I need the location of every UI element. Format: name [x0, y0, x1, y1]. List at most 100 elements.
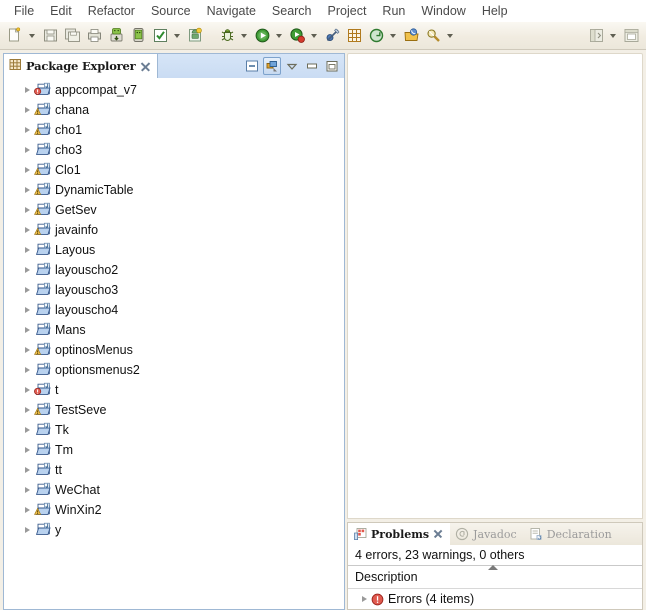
- tab-problems[interactable]: Problems: [348, 523, 451, 545]
- tree-item-label: WinXin2: [55, 503, 102, 517]
- new-java-class-dropdown-arrow-icon[interactable]: [387, 26, 398, 46]
- tree-item-project[interactable]: Clo1: [4, 160, 344, 180]
- tree-item-project[interactable]: Layous: [4, 240, 344, 260]
- search-dropdown-arrow-icon[interactable]: [444, 26, 455, 46]
- tree-item-project[interactable]: javainfo: [4, 220, 344, 240]
- tree-item-project[interactable]: optinosMenus: [4, 340, 344, 360]
- problems-row[interactable]: Errors (4 items): [348, 589, 642, 609]
- run-dropdown-arrow-icon[interactable]: [273, 26, 284, 46]
- menu-file[interactable]: File: [6, 2, 42, 20]
- tree-item-project[interactable]: GetSev: [4, 200, 344, 220]
- android-sdk-manager-icon[interactable]: [106, 26, 126, 46]
- chevron-right-icon[interactable]: [20, 460, 34, 480]
- tree-item-project[interactable]: Tk: [4, 420, 344, 440]
- print-icon[interactable]: [84, 26, 104, 46]
- menu-window[interactable]: Window: [413, 2, 473, 20]
- menu-refactor[interactable]: Refactor: [80, 2, 143, 20]
- view-menu-icon[interactable]: [283, 57, 301, 75]
- chevron-right-icon[interactable]: [20, 400, 34, 420]
- link-with-editor-icon[interactable]: [263, 57, 281, 75]
- chevron-right-icon[interactable]: [20, 340, 34, 360]
- chevron-right-icon[interactable]: [20, 360, 34, 380]
- chevron-right-icon[interactable]: [20, 480, 34, 500]
- package-explorer-tree[interactable]: appcompat_v7 chana cho1 cho3 Clo1 DynamicTabl…: [3, 78, 345, 610]
- tree-item-project[interactable]: WeChat: [4, 480, 344, 500]
- tab-javadoc[interactable]: Javadoc: [450, 523, 524, 545]
- chevron-right-icon[interactable]: [20, 380, 34, 400]
- tree-item-project[interactable]: t: [4, 380, 344, 400]
- chevron-right-icon[interactable]: [20, 440, 34, 460]
- chevron-right-icon[interactable]: [20, 240, 34, 260]
- chevron-right-icon[interactable]: [20, 420, 34, 440]
- save-icon[interactable]: [40, 26, 60, 46]
- java-perspective-icon[interactable]: [586, 26, 606, 46]
- run-icon[interactable]: [252, 26, 272, 46]
- chevron-right-icon[interactable]: [20, 220, 34, 240]
- android-virtual-device-manager-icon[interactable]: [128, 26, 148, 46]
- tree-item-project[interactable]: cho1: [4, 120, 344, 140]
- chevron-right-icon[interactable]: [20, 260, 34, 280]
- build-check-icon[interactable]: [150, 26, 170, 46]
- chevron-right-icon[interactable]: [20, 140, 34, 160]
- debug-icon[interactable]: [217, 26, 237, 46]
- menu-project[interactable]: Project: [320, 2, 375, 20]
- new-java-class-icon[interactable]: [366, 26, 386, 46]
- menu-help[interactable]: Help: [474, 2, 516, 20]
- open-type-icon[interactable]: [401, 26, 421, 46]
- chevron-right-icon[interactable]: [20, 100, 34, 120]
- tree-item-project[interactable]: TestSeve: [4, 400, 344, 420]
- new-dropdown-arrow-icon[interactable]: [26, 26, 37, 46]
- menu-edit[interactable]: Edit: [42, 2, 80, 20]
- tab-package-explorer[interactable]: Package Explorer: [4, 54, 158, 78]
- tab-declaration[interactable]: Declaration: [524, 523, 619, 545]
- new-java-package-icon[interactable]: [344, 26, 364, 46]
- tree-item-project[interactable]: layouscho2: [4, 260, 344, 280]
- chevron-right-icon[interactable]: [20, 300, 34, 320]
- chevron-right-icon[interactable]: [20, 160, 34, 180]
- new-icon[interactable]: [5, 26, 25, 46]
- tree-item-project[interactable]: layouscho3: [4, 280, 344, 300]
- chevron-right-icon[interactable]: [358, 589, 371, 609]
- package-explorer-view: Package Explorer appcompat_v7 chana cho1…: [0, 50, 345, 610]
- new-android-project-icon[interactable]: [185, 26, 205, 46]
- maximize-icon[interactable]: [323, 57, 341, 75]
- tree-item-project[interactable]: tt: [4, 460, 344, 480]
- chevron-right-icon[interactable]: [20, 120, 34, 140]
- chevron-right-icon[interactable]: [20, 180, 34, 200]
- tree-item-project[interactable]: appcompat_v7: [4, 80, 344, 100]
- menu-source[interactable]: Source: [143, 2, 199, 20]
- tree-item-project[interactable]: y: [4, 520, 344, 540]
- debug-dropdown-arrow-icon[interactable]: [238, 26, 249, 46]
- problems-row-label: Errors (4 items): [388, 592, 475, 606]
- chevron-right-icon[interactable]: [20, 520, 34, 540]
- skip-breakpoints-icon[interactable]: [322, 26, 342, 46]
- tree-item-project[interactable]: optionsmenus2: [4, 360, 344, 380]
- build-check-dropdown-arrow-icon[interactable]: [171, 26, 182, 46]
- chevron-right-icon[interactable]: [20, 500, 34, 520]
- run-coverage-dropdown-arrow-icon[interactable]: [308, 26, 319, 46]
- chevron-right-icon[interactable]: [20, 280, 34, 300]
- collapse-all-icon[interactable]: [243, 57, 261, 75]
- editor-area[interactable]: [347, 53, 643, 519]
- menu-run[interactable]: Run: [374, 2, 413, 20]
- run-coverage-icon[interactable]: [287, 26, 307, 46]
- minimize-icon[interactable]: [303, 57, 321, 75]
- save-all-icon[interactable]: [62, 26, 82, 46]
- search-icon[interactable]: [423, 26, 443, 46]
- close-icon[interactable]: [433, 529, 443, 539]
- tree-item-project[interactable]: Mans: [4, 320, 344, 340]
- tree-item-project[interactable]: DynamicTable: [4, 180, 344, 200]
- chevron-right-icon[interactable]: [20, 320, 34, 340]
- close-icon[interactable]: [140, 61, 151, 72]
- open-perspective-icon[interactable]: [621, 26, 641, 46]
- java-perspective-dropdown-arrow-icon[interactable]: [607, 26, 618, 46]
- chevron-right-icon[interactable]: [20, 80, 34, 100]
- chevron-right-icon[interactable]: [20, 200, 34, 220]
- menu-search[interactable]: Search: [264, 2, 320, 20]
- tree-item-project[interactable]: cho3: [4, 140, 344, 160]
- menu-navigate[interactable]: Navigate: [199, 2, 264, 20]
- tree-item-project[interactable]: layouscho4: [4, 300, 344, 320]
- tree-item-project[interactable]: WinXin2: [4, 500, 344, 520]
- tree-item-project[interactable]: Tm: [4, 440, 344, 460]
- tree-item-project[interactable]: chana: [4, 100, 344, 120]
